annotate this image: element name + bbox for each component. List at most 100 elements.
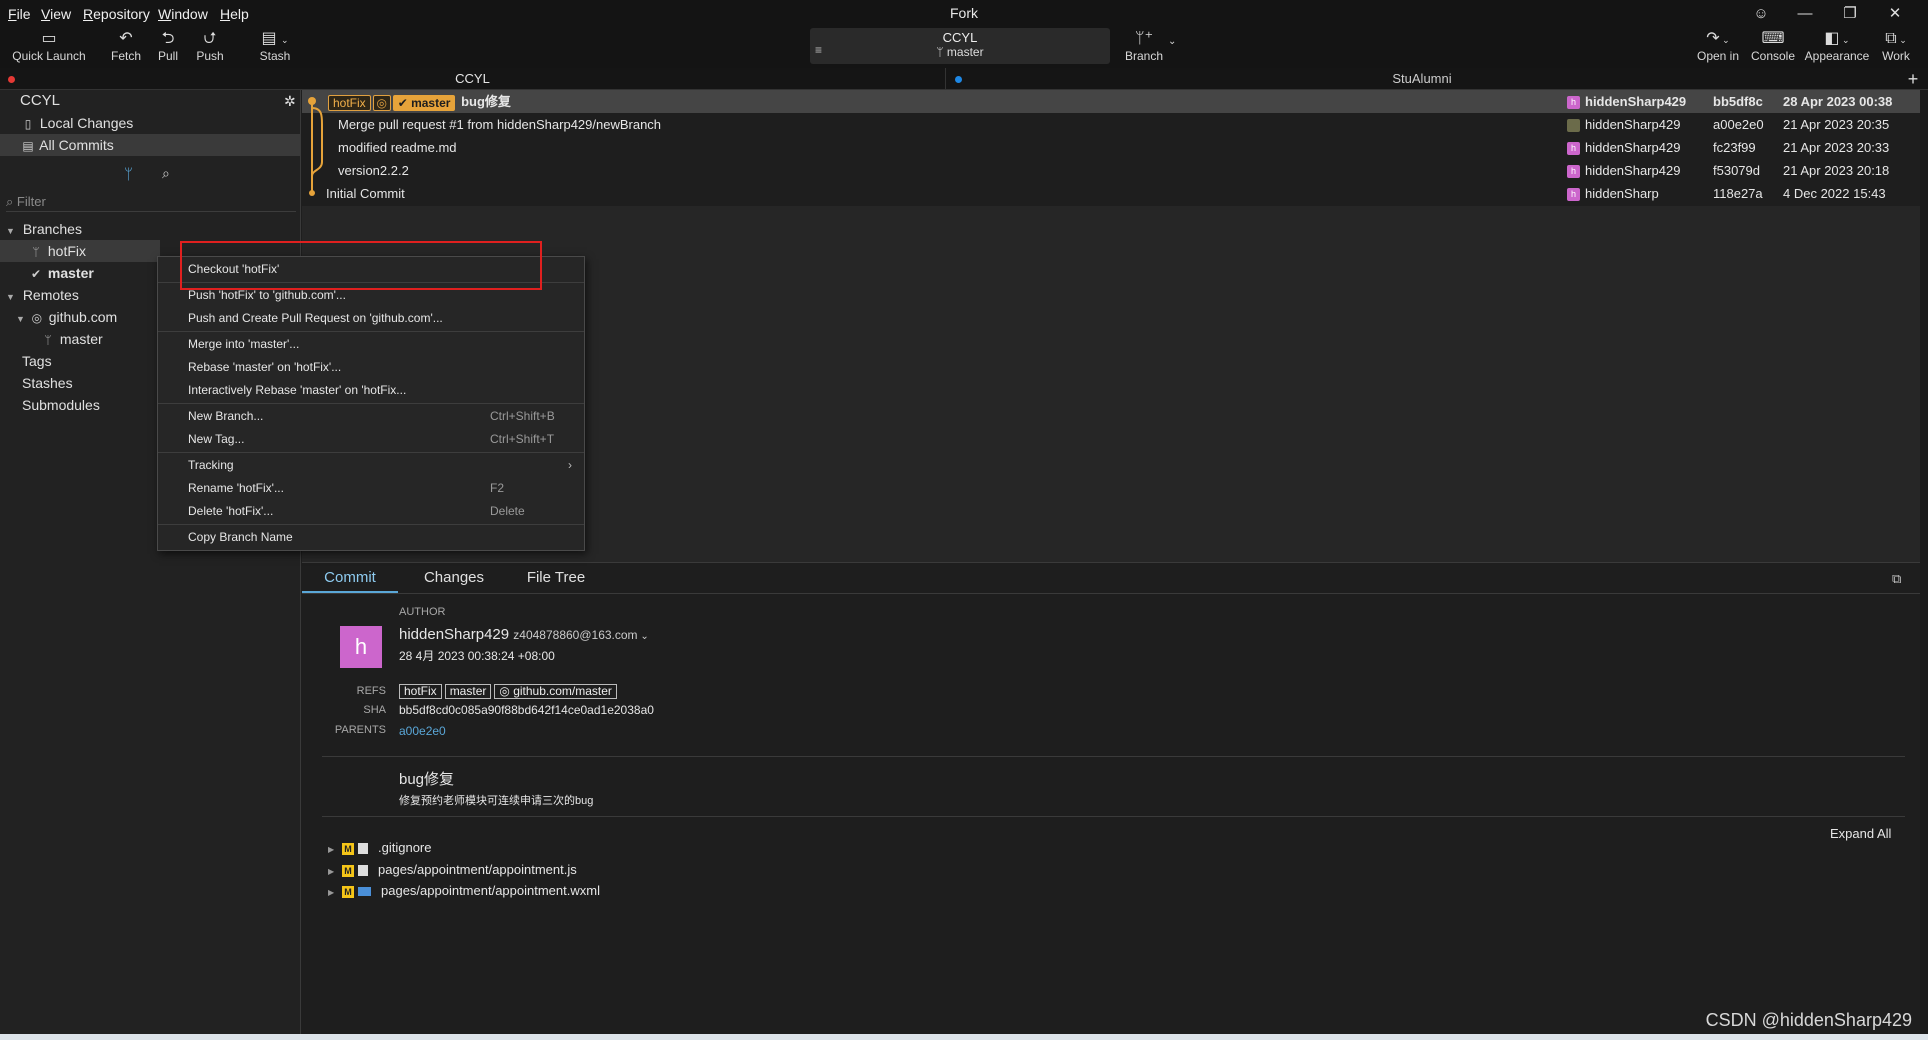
current-branch: ᛘ master xyxy=(936,45,984,59)
sidebar-item-local-changes[interactable]: ▯ Local Changes xyxy=(0,112,300,134)
commit-row[interactable]: Merge pull request #1 from hiddenSharp42… xyxy=(302,113,1920,136)
sidebar-section-branches[interactable]: ▼ Branches xyxy=(0,218,300,240)
expand-arrow-icon[interactable]: ▶ xyxy=(328,883,342,903)
menu-item-rename[interactable]: Rename 'hotFix'... F2 xyxy=(158,478,584,498)
branch-button[interactable]: ᛘ⁺ Branch xyxy=(1122,30,1166,63)
menu-item-tracking[interactable]: Tracking › xyxy=(158,455,584,475)
commit-author: hiddenSharp429 xyxy=(1585,163,1681,178)
file-icon xyxy=(358,887,371,897)
expand-arrow-icon[interactable]: ▶ xyxy=(328,862,342,882)
commit-row[interactable]: modified readme.md h hiddenSharp429 fc23… xyxy=(302,136,1920,159)
search-icon[interactable]: ⌕ xyxy=(162,165,170,182)
github-icon: ◎ xyxy=(31,311,43,325)
ref-badge-hotfix[interactable]: hotFix xyxy=(328,94,371,111)
repo-tab-bar: CCYL StuAlumni + xyxy=(0,68,1928,90)
all-commits-icon: ▤ xyxy=(22,139,34,153)
shortcut-label: Ctrl+Shift+B xyxy=(490,409,555,423)
commit-sha: fc23f99 xyxy=(1713,140,1756,155)
menu-item-copy-branch-name[interactable]: Copy Branch Name xyxy=(158,527,584,547)
open-in-button[interactable]: ↷ ⌄ Open in xyxy=(1694,30,1742,63)
divider xyxy=(322,816,1905,817)
ref-badge[interactable]: ◎ github.com/master xyxy=(494,684,617,699)
branch-icon: ᛘ xyxy=(44,333,52,347)
avatar: h xyxy=(1567,188,1580,201)
bottom-edge xyxy=(0,1034,1928,1040)
appearance-icon: ◧ ⌄ xyxy=(1824,30,1850,47)
author-email[interactable]: z404878860@163.com xyxy=(513,628,637,642)
changed-file-row[interactable]: ▶ Mpages/appointment/appointment.wxml xyxy=(328,881,600,901)
changed-file-row[interactable]: ▶ Mpages/appointment/appointment.js xyxy=(328,860,577,880)
menu-icon: ≡ xyxy=(815,43,823,57)
folder-icon: ▭ xyxy=(41,30,57,47)
menu-item-delete[interactable]: Delete 'hotFix'... Delete xyxy=(158,501,584,521)
chevron-down-icon[interactable]: ⌄ xyxy=(638,631,648,642)
close-button[interactable]: ✕ xyxy=(1872,2,1918,26)
commit-row[interactable]: version2.2.2 h hiddenSharp429 f53079d 21… xyxy=(302,159,1920,182)
restore-button[interactable]: ❐ xyxy=(1827,2,1873,26)
sidebar-item-all-commits[interactable]: ▤ All Commits xyxy=(0,134,300,156)
collapse-arrow-icon: ▼ xyxy=(16,314,25,324)
sidebar-branch-hotfix[interactable]: ᛘ hotFix xyxy=(0,240,160,262)
commit-author: hiddenSharp429 xyxy=(1585,117,1681,132)
stash-button[interactable]: ▤ ⌄ Stash xyxy=(252,30,298,63)
annotation-highlight-box xyxy=(180,241,542,290)
pull-icon: ⮌ xyxy=(161,30,175,47)
commit-message: Initial Commit xyxy=(326,186,405,201)
workspace-icon: ⧉ ⌄ xyxy=(1885,30,1907,47)
tab-file-tree[interactable]: File Tree xyxy=(510,563,602,593)
commit-row[interactable]: hotFix ◎ ✔ master bug修复 h hiddenSharp429 b… xyxy=(302,90,1920,113)
tab-changes[interactable]: Changes xyxy=(410,563,498,593)
tab-ccyl[interactable]: CCYL xyxy=(0,68,946,90)
appearance-button[interactable]: ◧ ⌄ Appearance xyxy=(1804,30,1870,63)
ref-badge-master[interactable]: ✔ master xyxy=(392,94,456,111)
menu-item-new-branch[interactable]: New Branch... Ctrl+Shift+B xyxy=(158,406,584,426)
commit-message: Merge pull request #1 from hiddenSharp42… xyxy=(338,117,662,132)
branch-filter-icon[interactable]: ᛘ xyxy=(124,166,133,183)
commit-author: hiddenSharp429 xyxy=(1585,140,1681,155)
author-label: AUTHOR xyxy=(399,606,446,618)
filter-input[interactable]: ⌕ Filter xyxy=(6,192,296,212)
parent-link[interactable]: a00e2e0 xyxy=(399,724,446,738)
open-external-icon[interactable]: ⧉ xyxy=(1892,571,1901,587)
push-icon: ⮍ xyxy=(203,30,217,47)
tab-commit[interactable]: Commit xyxy=(302,563,398,593)
scrollbar[interactable] xyxy=(1920,90,1928,1040)
feedback-icon[interactable]: ☺ xyxy=(1738,2,1784,26)
menu-item-rebase[interactable]: Rebase 'master' on 'hotFix'... xyxy=(158,357,584,377)
avatar: h xyxy=(1567,142,1580,155)
fetch-button[interactable]: ↶ Fetch xyxy=(106,30,146,63)
commit-date: 28 Apr 2023 00:38 xyxy=(1783,94,1893,109)
divider xyxy=(158,331,584,332)
changed-file-row[interactable]: ▶ M .gitignore xyxy=(328,838,431,858)
branch-dropdown-icon[interactable]: ⌄ xyxy=(1168,36,1176,47)
pull-button[interactable]: ⮌ Pull xyxy=(152,30,184,63)
push-button[interactable]: ⮍ Push xyxy=(192,30,228,63)
menu-item-new-tag[interactable]: New Tag... Ctrl+Shift+T xyxy=(158,429,584,449)
menu-item-push-pull-request[interactable]: Push and Create Pull Request on 'github.… xyxy=(158,308,584,328)
add-tab-button[interactable]: + xyxy=(1898,68,1928,90)
tab-stualumni[interactable]: StuAlumni xyxy=(947,68,1897,90)
avatar: h xyxy=(340,626,382,668)
check-icon: ✔ xyxy=(30,267,42,281)
ref-badge[interactable]: hotFix xyxy=(399,684,442,699)
console-button[interactable]: ⌨ Console xyxy=(1748,30,1798,63)
minimize-button[interactable]: — xyxy=(1782,2,1828,26)
menu-item-merge[interactable]: Merge into 'master'... xyxy=(158,334,584,354)
local-changes-icon: ▯ xyxy=(24,117,32,131)
sidebar: CCYL ✲ ▯ Local Changes ▤ All Commits ᛘ ⌕… xyxy=(0,90,301,1040)
commit-row[interactable]: Initial Commit h hiddenSharp 118e27a 4 D… xyxy=(302,182,1920,205)
work-button[interactable]: ⧉ ⌄ Work xyxy=(1876,30,1916,63)
ref-badge[interactable]: master xyxy=(444,684,492,699)
repository-selector[interactable]: ≡ CCYL ᛘ master xyxy=(810,28,1110,64)
expand-arrow-icon[interactable]: ▶ xyxy=(328,840,342,860)
quick-launch-button[interactable]: ▭ Quick Launch xyxy=(12,30,86,63)
avatar: h xyxy=(1567,96,1580,109)
author-date: 28 4月 2023 00:38:24 +08:00 xyxy=(399,649,555,663)
menu-item-interactive-rebase[interactable]: Interactively Rebase 'master' on 'hotFix… xyxy=(158,380,584,400)
commit-date: 4 Dec 2022 15:43 xyxy=(1783,186,1886,201)
modified-badge: M xyxy=(342,885,354,898)
branch-icon: ᛘ xyxy=(32,245,40,259)
expand-all-button[interactable]: Expand All xyxy=(1830,826,1891,841)
settings-gear-icon[interactable]: ✲ xyxy=(284,90,296,112)
chevron-right-icon: › xyxy=(568,458,572,472)
